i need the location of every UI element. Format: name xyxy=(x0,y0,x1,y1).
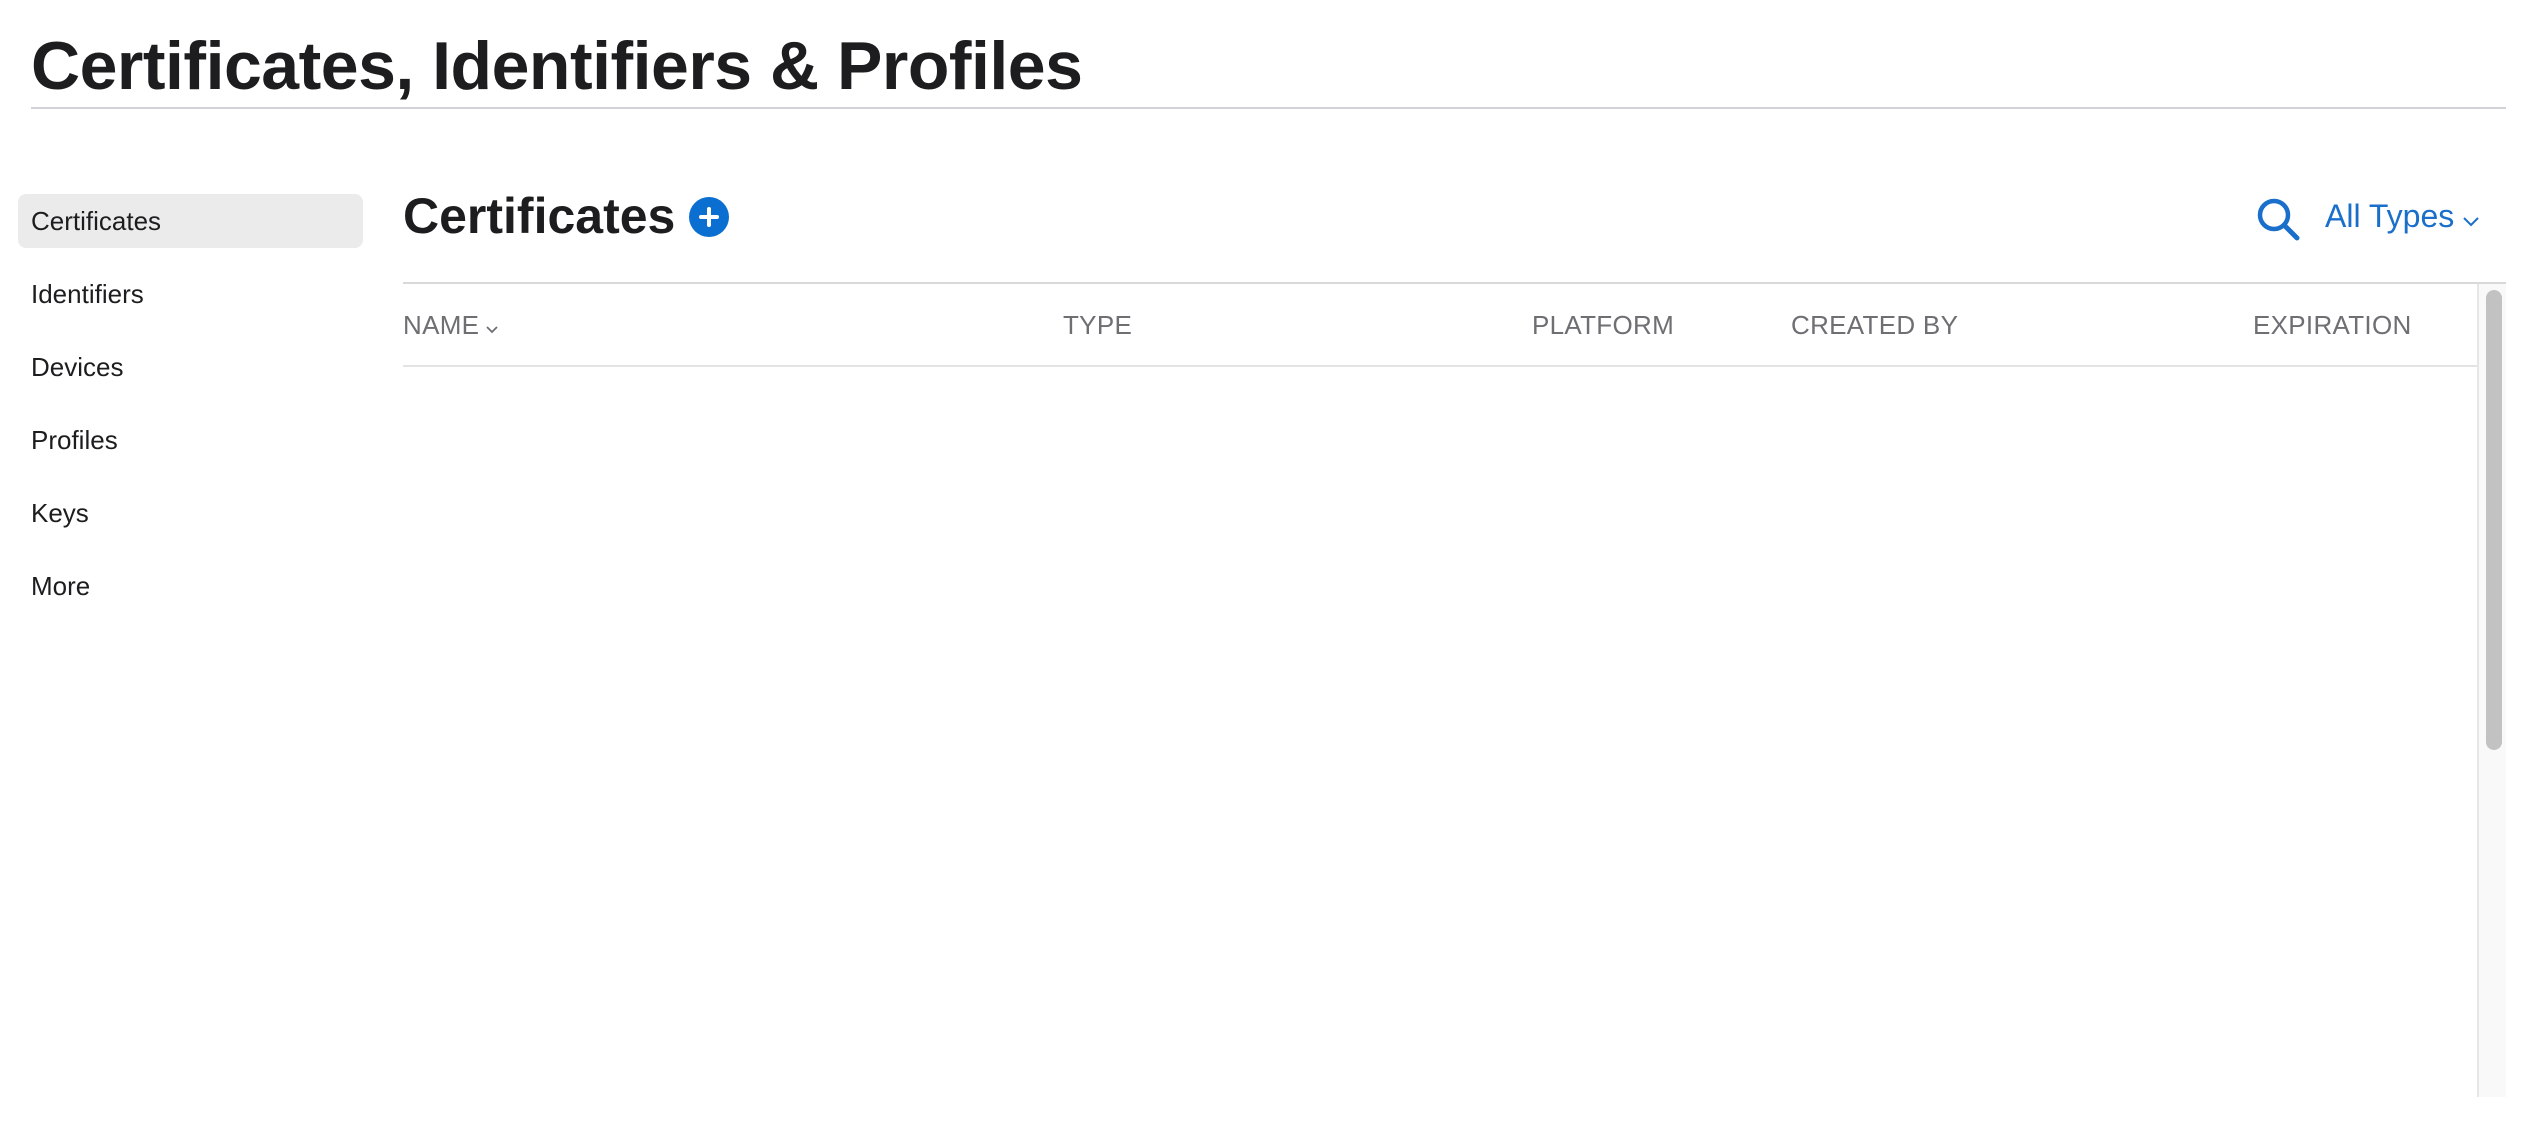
table-top-divider xyxy=(403,282,2506,284)
page-title: Certificates, Identifiers & Profiles xyxy=(31,28,1083,104)
sidebar-item-devices[interactable]: Devices xyxy=(18,340,363,394)
certificates-table-body xyxy=(403,367,2477,1097)
scrollbar-thumb[interactable] xyxy=(2486,290,2502,750)
section-title: Certificates xyxy=(403,188,676,244)
sidebar-item-more[interactable]: More xyxy=(18,559,363,613)
sidebar-item-identifiers[interactable]: Identifiers xyxy=(18,267,363,321)
type-filter-label: All Types xyxy=(2325,198,2455,234)
table-header: NAME TYPE PLATFORM CREATED BY EXPIRATION xyxy=(403,285,2477,365)
column-header-type: TYPE xyxy=(1063,310,1133,340)
page: Certificates, Identifiers & Profiles Cer… xyxy=(0,0,2522,1130)
chevron-down-icon xyxy=(2462,195,2480,239)
column-header-name-label: NAME xyxy=(403,310,480,340)
sort-chevron-down-icon xyxy=(485,310,499,342)
column-header-name[interactable]: NAME xyxy=(403,309,499,342)
add-certificate-button[interactable] xyxy=(689,197,729,237)
column-header-platform: PLATFORM xyxy=(1532,310,1675,340)
column-header-created-by: CREATED BY xyxy=(1791,310,1959,340)
column-header-expiration: EXPIRATION xyxy=(2253,310,2412,340)
sidebar: Certificates Identifiers Devices Profile… xyxy=(18,194,363,632)
type-filter-dropdown[interactable]: All Types xyxy=(2325,194,2480,239)
sidebar-item-certificates[interactable]: Certificates xyxy=(18,194,363,248)
table-scrollbar[interactable] xyxy=(2477,284,2506,1097)
sidebar-item-profiles[interactable]: Profiles xyxy=(18,413,363,467)
title-divider xyxy=(31,107,2506,109)
search-icon[interactable] xyxy=(2255,196,2301,242)
sidebar-item-keys[interactable]: Keys xyxy=(18,486,363,540)
